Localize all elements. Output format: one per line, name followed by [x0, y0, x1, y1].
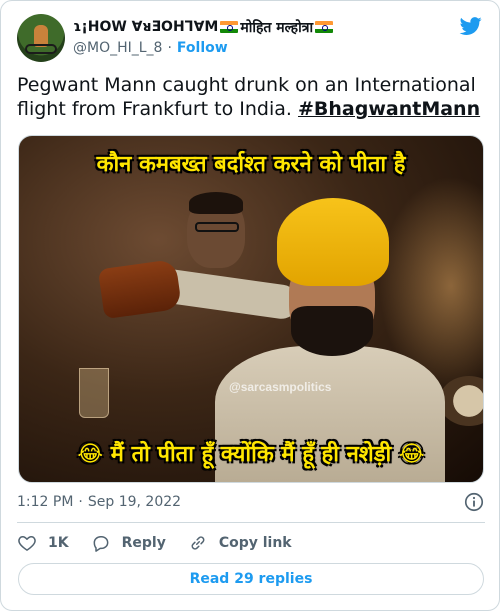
liquor-bottle — [97, 258, 183, 320]
man-beard — [291, 306, 373, 356]
tweet-timestamp[interactable]: 1:12 PM · Sep 19, 2022 — [17, 491, 485, 513]
tweet-text: Pegwant Mann caught drunk on an Internat… — [17, 73, 485, 121]
copy-link-label: Copy link — [218, 535, 292, 551]
reply-label: Reply — [121, 535, 166, 551]
heart-icon — [18, 536, 36, 551]
divider — [17, 522, 485, 523]
avatar-bike — [25, 44, 57, 54]
background-man-glasses — [195, 222, 239, 232]
glass — [79, 368, 109, 418]
display-name-flipped: ɿ¡HOW ∀ᴚƎOHꞀ∀M — [73, 19, 219, 35]
info-icon[interactable] — [463, 491, 485, 513]
avatar[interactable] — [17, 14, 65, 62]
handle-row: @MO_HI_L_8 · Follow — [73, 38, 228, 58]
speech-bubble-icon — [93, 536, 109, 552]
background-lamp — [439, 376, 483, 426]
read-replies-button[interactable]: Read 29 replies — [18, 563, 484, 595]
tweet-card: ɿ¡HOW ∀ᴚƎOHꞀ∀M मोहित मल्होत्रा @MO_HI_L_… — [0, 0, 500, 611]
tweet-date: Sep 19, 2022 — [87, 494, 182, 510]
timestamp-separator: · — [78, 494, 83, 510]
background-man-hair — [189, 192, 243, 214]
like-button[interactable]: 1K — [17, 533, 69, 553]
tweet-time: 1:12 PM — [17, 494, 74, 510]
display-name[interactable]: ɿ¡HOW ∀ᴚƎOHꞀ∀M मोहित मल्होत्रा — [73, 16, 335, 38]
user-handle[interactable]: @MO_HI_L_8 — [73, 40, 162, 56]
follow-link[interactable]: Follow — [177, 40, 228, 56]
like-count: 1K — [48, 535, 69, 551]
link-icon — [191, 536, 205, 550]
tweet-header: ɿ¡HOW ∀ᴚƎOHꞀ∀M मोहित मल्होत्रा @MO_HI_L_… — [17, 13, 483, 63]
tweet-media-image[interactable]: कौन कमबख्त बर्दाश्त करने को पीता है @sar… — [18, 135, 484, 483]
india-flag-icon — [315, 21, 334, 33]
copy-link-button[interactable]: Copy link — [188, 533, 292, 553]
meme-bottom-caption: 😂 मैं तो पीता हूँ क्योंकि मैं हूँ ही नशे… — [77, 442, 425, 467]
handle-separator: · — [167, 40, 172, 56]
reply-button[interactable]: Reply — [91, 533, 166, 553]
tweet-actions: 1K Reply Copy link — [17, 531, 314, 555]
twitter-bird-icon[interactable] — [459, 15, 483, 37]
india-flag-icon — [220, 21, 239, 33]
yellow-turban — [277, 198, 389, 286]
hashtag-link[interactable]: #BhagwantMann — [298, 98, 480, 120]
meme-top-caption: कौन कमबख्त बर्दाश्त करने को पीता है — [96, 152, 406, 177]
image-watermark: @sarcasmpolitics — [229, 380, 332, 394]
display-name-hindi: मोहित मल्होत्रा — [240, 19, 314, 36]
